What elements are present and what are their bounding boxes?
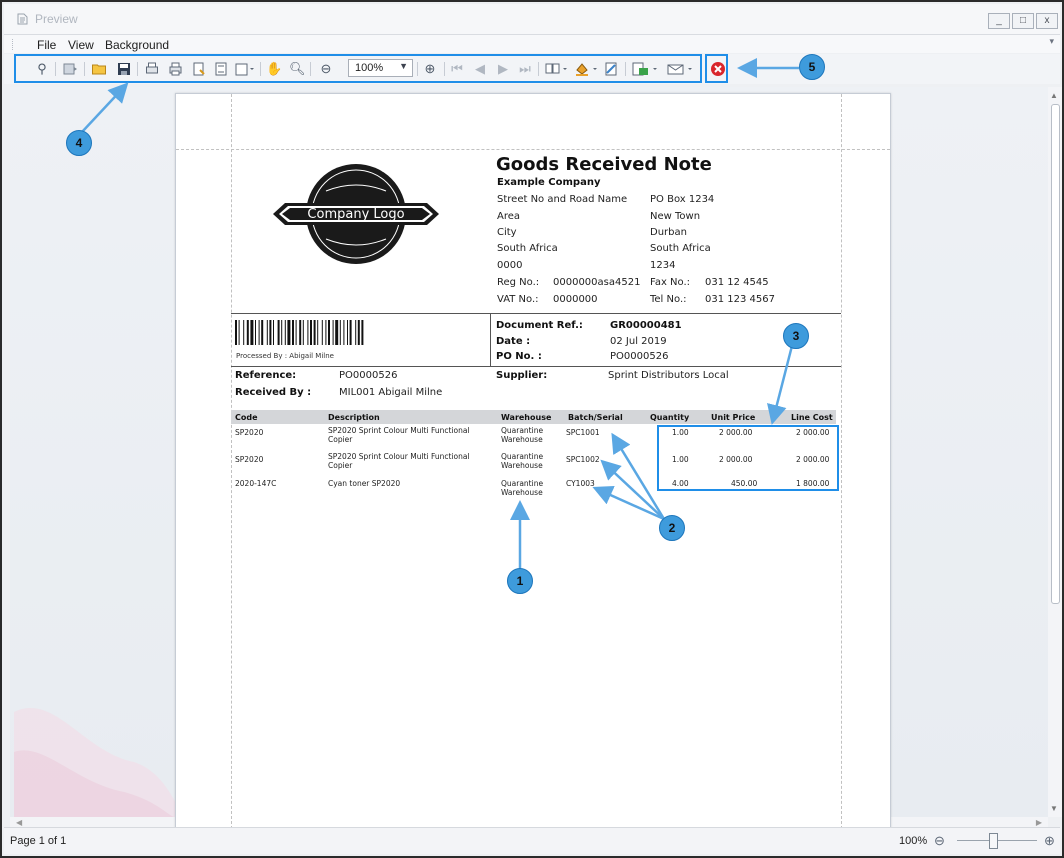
fax-label: Fax No.:	[650, 277, 691, 288]
vat-value: 0000000	[553, 294, 598, 305]
tel-value: 031 123 4567	[705, 294, 775, 305]
column-header: Warehouse	[501, 413, 552, 422]
column-header: Line Cost	[791, 413, 833, 422]
processed-by: Processed By : Abigail Milne	[236, 352, 334, 360]
status-bar: Page 1 of 1 100% ⊖ ⊕	[4, 827, 1060, 854]
cell-warehouse: Warehouse	[501, 488, 543, 497]
scroll-thumb[interactable]	[1051, 104, 1060, 604]
address-line: 0000	[497, 260, 523, 271]
column-header: Unit Price	[711, 413, 756, 422]
address-line: Street No and Road Name	[497, 194, 628, 205]
menu-background[interactable]: Background	[105, 38, 169, 52]
fax-value: 031 12 4545	[705, 277, 769, 288]
vertical-scrollbar[interactable]: ▲ ▼	[1048, 87, 1062, 817]
callout-badge-5: 5	[799, 54, 825, 80]
scroll-right-icon[interactable]: ▶	[1036, 818, 1042, 827]
preview-app-icon	[17, 13, 28, 25]
supplier-value: Sprint Distributors Local	[608, 370, 729, 381]
window-title: Preview	[35, 12, 78, 26]
callout-badge-4: 4	[66, 130, 92, 156]
page-indicator: Page 1 of 1	[10, 835, 67, 847]
tel-label: Tel No.:	[650, 294, 687, 305]
cell-warehouse: Warehouse	[501, 435, 543, 444]
zoom-minus-icon[interactable]: ⊖	[934, 833, 945, 849]
callout-badge-3: 3	[783, 323, 809, 349]
callout-badge-2: 2	[659, 515, 685, 541]
postal-line: 1234	[650, 260, 676, 271]
address-line: City	[497, 227, 517, 238]
reference-label: Reference:	[235, 370, 297, 381]
cell-code: SP2020	[235, 428, 264, 437]
cell-code: 2020-147C	[235, 479, 277, 488]
scroll-left-icon[interactable]: ◀	[16, 818, 22, 827]
postal-line: Durban	[650, 227, 687, 238]
report-title: Goods Received Note	[496, 154, 712, 175]
doc-ref-value: GR00000481	[610, 320, 682, 331]
zoom-plus-icon[interactable]: ⊕	[1044, 833, 1055, 849]
cell-description: Copier	[328, 461, 353, 470]
postal-line: South Africa	[650, 243, 711, 254]
background-decoration	[14, 707, 184, 817]
maximize-button[interactable]: □	[1012, 13, 1034, 29]
table-header: Code Description Warehouse Batch/Serial …	[231, 410, 836, 424]
reference-value: PO0000526	[339, 370, 398, 381]
cell-warehouse: Quarantine	[501, 452, 544, 461]
cell-warehouse: Warehouse	[501, 461, 543, 470]
cell-batch: SPC1001	[566, 428, 600, 437]
postal-line: PO Box 1234	[650, 194, 715, 205]
cell-batch: CY1003	[566, 479, 595, 488]
po-value: PO0000526	[610, 351, 669, 362]
reg-value: 0000000asa4521	[553, 277, 641, 288]
cell-warehouse: Quarantine	[501, 426, 544, 435]
postal-line: New Town	[650, 211, 701, 222]
cell-warehouse: Quarantine	[501, 479, 544, 488]
doc-ref-label: Document Ref.:	[496, 320, 583, 331]
date-value: 02 Jul 2019	[610, 336, 667, 347]
column-header: Batch/Serial	[568, 413, 623, 422]
column-header: Code	[235, 413, 258, 422]
callout-badge-1: 1	[507, 568, 533, 594]
cell-description: Copier	[328, 435, 353, 444]
cell-batch: SPC1002	[566, 455, 600, 464]
title-bar: Preview _ □ x	[4, 4, 1060, 35]
column-header: Quantity	[650, 413, 690, 422]
received-by-label: Received By :	[235, 387, 312, 398]
column-header: Description	[328, 413, 380, 422]
zoom-slider-thumb[interactable]	[989, 833, 998, 849]
reg-label: Reg No.:	[497, 277, 540, 288]
company-logo: Company Logo	[271, 161, 441, 266]
date-label: Date :	[496, 336, 531, 347]
company-name: Example Company	[497, 177, 601, 188]
scroll-up-icon[interactable]: ▲	[1050, 91, 1058, 100]
values-highlight	[657, 425, 839, 491]
supplier-label: Supplier:	[496, 370, 548, 381]
zoom-level: 100%	[899, 835, 928, 847]
preview-window: Preview _ □ x File View Background ▾ ⚲ ✋…	[0, 0, 1064, 858]
po-label: PO No. :	[496, 351, 542, 362]
menu-view[interactable]: View	[68, 38, 94, 52]
logo-text: Company Logo	[307, 207, 405, 222]
menu-file[interactable]: File	[37, 38, 56, 52]
close-window-button[interactable]: x	[1036, 13, 1058, 29]
cell-code: SP2020	[235, 455, 264, 464]
address-line: South Africa	[497, 243, 558, 254]
scroll-down-icon[interactable]: ▼	[1050, 804, 1058, 813]
address-line: Area	[497, 211, 521, 222]
menu-overflow-icon[interactable]: ▾	[1049, 36, 1054, 47]
cell-description: SP2020 Sprint Colour Multi Functional	[328, 426, 470, 435]
barcode	[235, 320, 364, 345]
cell-description: Cyan toner SP2020	[328, 479, 401, 488]
menu-grip-icon	[12, 39, 15, 50]
menu-bar: File View Background ▾	[4, 35, 1060, 53]
minimize-button[interactable]: _	[988, 13, 1010, 29]
received-by-value: MIL001 Abigail Milne	[339, 387, 443, 398]
close-button-highlight	[705, 54, 728, 83]
toolbar-highlight	[14, 54, 702, 83]
vat-label: VAT No.:	[497, 294, 539, 305]
cell-description: SP2020 Sprint Colour Multi Functional	[328, 452, 470, 461]
